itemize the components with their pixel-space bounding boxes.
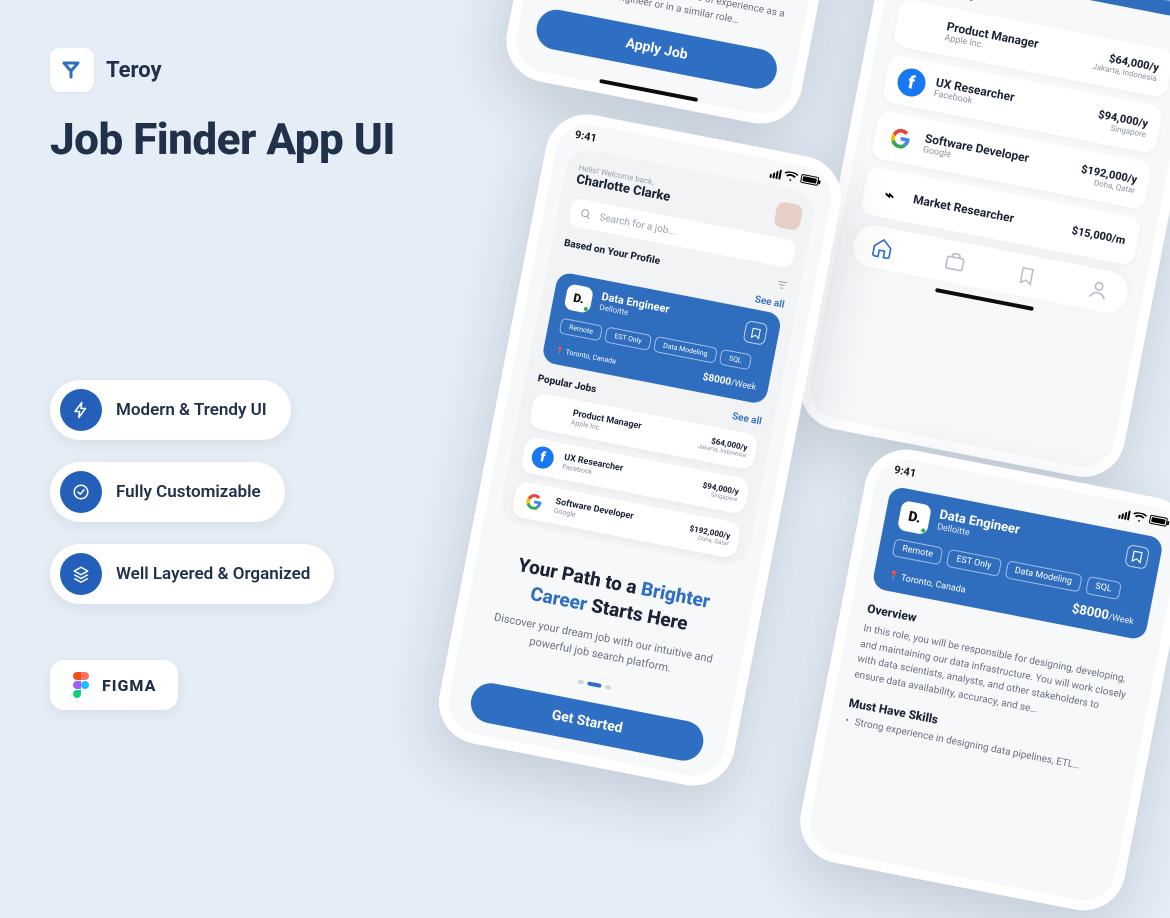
get-started-button[interactable]: Get Started	[467, 680, 706, 764]
feature-label: Well Layered & Organized	[116, 564, 310, 584]
feature-label: Fully Customizable	[116, 482, 261, 502]
apple-logo-icon	[538, 401, 564, 427]
feature-customizable: Fully Customizable	[50, 462, 285, 522]
tag-chip: Data Modeling	[1004, 560, 1082, 592]
facebook-logo-icon: f	[530, 445, 556, 471]
page-title: Job Finder App UI	[50, 114, 470, 165]
feature-layered: Well Layered & Organized	[50, 544, 334, 604]
job-salary: $8000/Week	[1107, 0, 1170, 5]
mock-detail-screen: 9:41 D. Data Engineer Delloitte	[793, 442, 1170, 917]
apple-logo-icon	[906, 10, 939, 43]
job-salary: $8000/Week	[702, 372, 757, 393]
brand: Teroy	[50, 48, 470, 92]
google-logo-icon	[521, 489, 547, 515]
mock-onboarding-screen: 9:41 Hello! Welcome back, Charlotte Clar…	[432, 107, 849, 792]
nav-home-icon[interactable]	[870, 235, 896, 261]
signal-icon	[769, 167, 782, 179]
search-placeholder: Search for a job...	[599, 212, 677, 238]
signal-icon	[1118, 508, 1131, 520]
figma-badge: FIGMA	[50, 660, 178, 710]
figma-label: FIGMA	[102, 676, 156, 695]
battery-icon	[800, 174, 819, 186]
see-all-link[interactable]: See all	[731, 411, 762, 428]
feature-modern: Modern & Trendy UI	[50, 380, 291, 440]
job-salary: $8000/Week	[1071, 602, 1136, 629]
search-icon	[579, 207, 593, 221]
filter-icon[interactable]	[775, 278, 789, 292]
mock-apply-screen: Experience: Minimum of 3–5 years of expe…	[499, 0, 851, 131]
layers-icon	[60, 553, 102, 595]
job-location: 📍 Toronto, Canada	[887, 571, 966, 596]
tag-chip: Remote	[559, 318, 603, 342]
feature-label: Modern & Trendy UI	[116, 400, 267, 420]
figma-icon	[72, 672, 90, 698]
status-time: 9:41	[574, 128, 598, 145]
job-location: 📍 Toronto, Canada	[555, 346, 617, 366]
wifi-icon	[1132, 511, 1148, 523]
bookmark-icon[interactable]	[743, 320, 769, 346]
brand-name: Teroy	[106, 58, 162, 83]
tag-chip: EST Only	[946, 549, 1002, 577]
job-title: Market Researcher	[912, 192, 1064, 235]
tag-chip: SQL	[719, 349, 752, 371]
bookmark-icon[interactable]	[1124, 544, 1150, 570]
nav-profile-icon[interactable]	[1085, 277, 1111, 303]
avatar[interactable]	[773, 201, 803, 231]
nav-jobs-icon[interactable]	[942, 249, 968, 275]
job-salary: $15,000/m	[1071, 223, 1127, 246]
status-time: 9:41	[893, 463, 917, 480]
brand-logo-icon	[50, 48, 94, 92]
tag-chip: Data Modeling	[653, 336, 718, 364]
company-logo-icon: D.	[564, 283, 594, 313]
tag-chip: SQL	[1085, 576, 1122, 600]
mock-home-screen: D. Data Engineer Delloitte Remote EST On…	[793, 0, 1170, 484]
facebook-logo-icon: f	[895, 66, 928, 99]
wifi-icon	[783, 170, 799, 182]
tag-chip: EST Only	[604, 326, 652, 350]
tag-chip: Remote	[892, 538, 944, 565]
lightning-icon	[60, 389, 102, 431]
google-logo-icon	[884, 122, 917, 155]
battery-icon	[1149, 515, 1168, 527]
company-logo-icon: D.	[897, 500, 932, 535]
company-logo-icon: ⌁	[873, 178, 906, 211]
nav-saved-icon[interactable]	[1015, 263, 1039, 288]
section-popular-jobs: Popular Jobs	[537, 373, 598, 395]
check-circle-icon	[60, 471, 102, 513]
see-all-link[interactable]: See all	[754, 294, 785, 311]
